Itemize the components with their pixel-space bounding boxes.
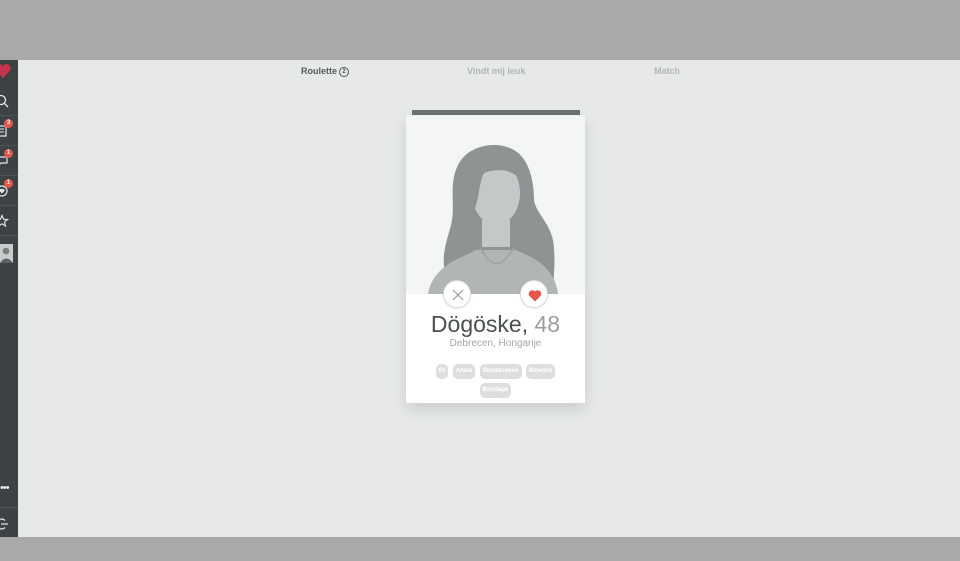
search-icon — [0, 94, 9, 108]
interest-tags: 69 Anaal Blinddoeken Blowjob Bondage — [428, 361, 563, 399]
profile-age: 48 — [534, 311, 561, 337]
logout-icon — [0, 518, 8, 530]
heart-icon — [528, 290, 542, 302]
avatar[interactable] — [0, 244, 13, 263]
sidebar-item-search[interactable] — [0, 86, 18, 116]
logout-button[interactable] — [0, 507, 18, 537]
profile-photo-placeholder — [406, 115, 585, 294]
like-button[interactable] — [520, 280, 548, 308]
tag-chip: Blinddoeken — [479, 364, 522, 379]
dislike-button[interactable] — [443, 280, 471, 308]
profile-card[interactable]: Dögöske, 48 Debrecen, Hongarije 69 Anaal… — [406, 115, 585, 403]
bottom-gray-bar — [0, 537, 960, 561]
sidebar-item-favorites[interactable] — [0, 206, 18, 236]
likes-badge: 1 — [4, 179, 13, 188]
sidebar: 3 1 1 ••• — [0, 60, 18, 537]
profile-name-age: Dögöske, 48 — [406, 311, 585, 338]
sidebar-item-visitors[interactable]: 3 — [0, 116, 18, 146]
app-window: 3 1 1 ••• Roulette 2 Vindt mij leuk Matc… — [0, 60, 960, 537]
chat-badge: 1 — [4, 149, 13, 158]
tab-roulette-label: Roulette — [301, 66, 337, 76]
profile-location: Debrecen, Hongarije — [449, 338, 542, 349]
tab-roulette-count: 2 — [339, 67, 349, 77]
tab-bar: Roulette 2 Vindt mij leuk Match — [0, 66, 960, 80]
tag-chip: Bondage — [479, 383, 512, 398]
tab-likes-me[interactable]: Vindt mij leuk — [467, 66, 525, 76]
star-icon — [0, 214, 9, 228]
visitors-badge: 3 — [4, 119, 13, 128]
profile-name: Dögöske, — [430, 311, 529, 337]
sidebar-item-chat[interactable]: 1 — [0, 146, 18, 176]
female-silhouette-icon — [428, 145, 558, 294]
tab-roulette[interactable]: Roulette 2 — [301, 66, 349, 77]
more-menu-button[interactable]: ••• — [0, 483, 18, 499]
tab-match[interactable]: Match — [654, 66, 680, 76]
tag-chip: 69 — [435, 364, 449, 379]
tag-chip: Blowjob — [526, 364, 556, 379]
close-icon — [452, 289, 464, 301]
tag-chip: Anaal — [452, 364, 476, 379]
sidebar-item-likes[interactable]: 1 — [0, 176, 18, 206]
